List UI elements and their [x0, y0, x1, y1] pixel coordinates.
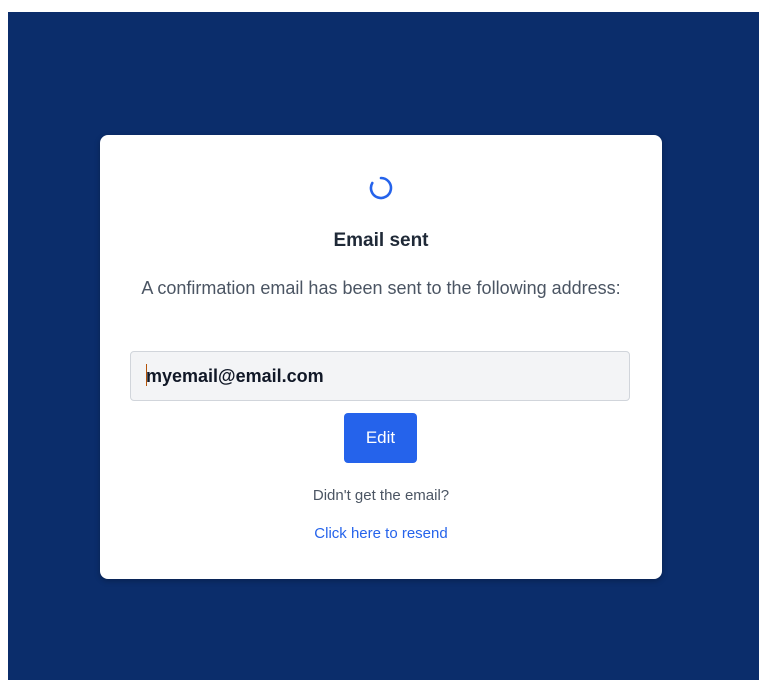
card-title: Email sent: [333, 230, 429, 251]
text-cursor: [146, 364, 147, 386]
page-backdrop: Email sent A confirmation email has been…: [8, 12, 759, 680]
confirmation-message: A confirmation email has been sent to th…: [141, 278, 621, 298]
email-sent-card: Email sent A confirmation email has been…: [100, 135, 662, 579]
edit-button[interactable]: Edit: [344, 413, 417, 463]
resend-hint: Didn't get the email?: [312, 487, 450, 504]
loading-spinner-icon: [369, 176, 393, 200]
resend-link[interactable]: Click here to resend: [100, 525, 662, 542]
email-field[interactable]: [130, 351, 630, 401]
